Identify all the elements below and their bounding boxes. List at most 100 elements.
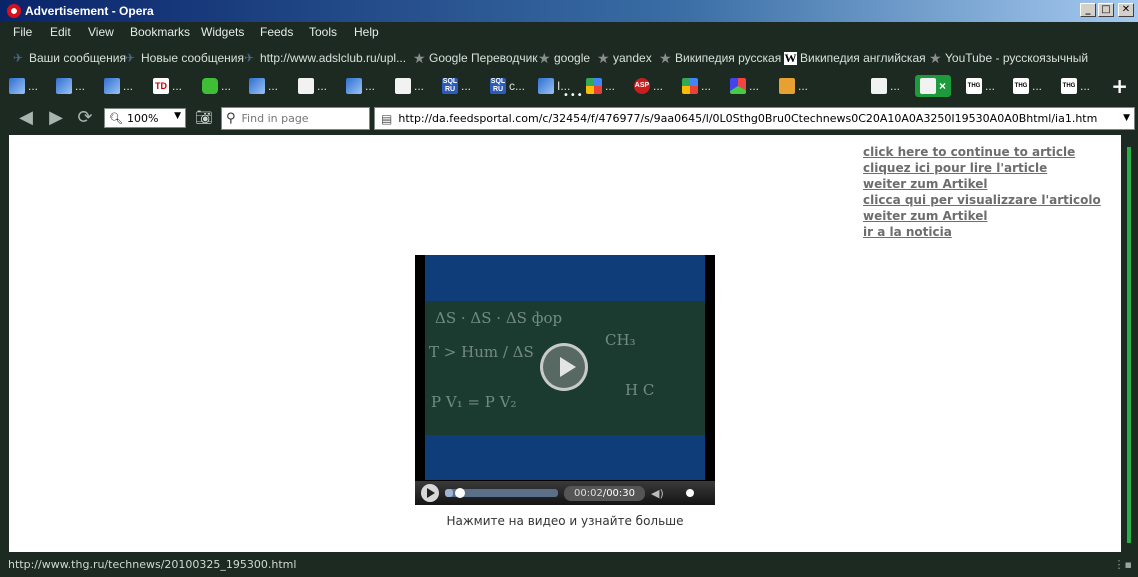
zoom-select[interactable]: 🔍︎ 100% ▼ [104, 108, 186, 128]
menu-file[interactable]: File [13, 25, 32, 39]
reload-icon[interactable]: ⟳ [74, 107, 96, 129]
tab[interactable]: ... [586, 75, 615, 97]
tab[interactable]: ... [249, 75, 278, 97]
plane-icon: ✈ [244, 50, 255, 65]
maximize-button[interactable]: □ [1098, 3, 1114, 17]
tab-favicon-icon [871, 78, 887, 94]
camera-icon[interactable]: 📷︎ [194, 109, 214, 127]
bookmark-item[interactable]: ★ google [538, 49, 590, 66]
video-band-top [425, 255, 705, 301]
find-input[interactable] [241, 112, 352, 125]
tab-favicon-icon [730, 78, 746, 94]
tab[interactable]: ... [202, 75, 231, 97]
bookmark-item[interactable]: ✈ http://www.adslclub.ru/upl... [244, 51, 406, 65]
resize-grip-icon[interactable]: ⋮▪ [1114, 558, 1132, 571]
tab[interactable]: THG... [1061, 75, 1090, 97]
tab[interactable]: ... [779, 75, 808, 97]
play-button[interactable] [421, 484, 439, 502]
tab[interactable]: THG... [966, 75, 995, 97]
address-bar[interactable]: ▤ http://da.feedsportal.com/c/32454/f/47… [374, 107, 1135, 130]
current-time: 00:02 [573, 488, 603, 499]
bookmark-item[interactable]: ★ YouTube - русскоязычный [929, 51, 1088, 66]
tab[interactable]: ... [871, 75, 900, 97]
total-time: /00:30 [602, 488, 636, 499]
tab-favicon-icon [249, 78, 265, 94]
tab[interactable]: ASP... [634, 75, 663, 97]
tab[interactable]: SQL RU... [442, 75, 471, 97]
bookmark-item[interactable]: ★ Google Переводчик [413, 51, 538, 66]
plane-icon: ✈ [13, 50, 24, 65]
bookmark-item[interactable]: ✈ Ваши сообщения [13, 51, 126, 65]
menu-view[interactable]: View [88, 25, 114, 39]
tab-favicon-icon [538, 78, 554, 94]
tab[interactable]: ... [346, 75, 375, 97]
tab-favicon-icon: SQL RU [442, 78, 458, 94]
tab-favicon-icon [682, 78, 698, 94]
bookmark-item[interactable]: W Википедия английская [784, 51, 926, 65]
menu-help[interactable]: Help [354, 25, 379, 39]
volume-slider-handle[interactable] [686, 489, 694, 497]
tab[interactable]: ... [9, 75, 38, 97]
bookmark-item[interactable]: ✈ Новые сообщения [125, 51, 244, 65]
scrollbar[interactable] [1124, 135, 1138, 552]
close-tab-icon[interactable]: × [939, 79, 946, 93]
continue-link-de[interactable]: weiter zum Artikel [863, 176, 1101, 192]
continue-link-de-2[interactable]: weiter zum Artikel [863, 208, 1101, 224]
continue-link-it[interactable]: clicca qui per visualizzare l'articolo [863, 192, 1101, 208]
chevron-down-icon: ▼ [174, 111, 181, 121]
tab[interactable]: ... [298, 75, 327, 97]
tab[interactable]: TD... [153, 75, 182, 97]
menu-tools[interactable]: Tools [309, 25, 337, 39]
close-button[interactable]: ✕ [1118, 3, 1134, 17]
menu-bookmarks[interactable]: Bookmarks [130, 25, 190, 39]
play-overlay-icon[interactable] [540, 343, 588, 391]
page-icon: ▤ [381, 111, 393, 126]
forward-arrow-icon[interactable]: ▶ [45, 107, 67, 129]
menu-bar: File Edit View Bookmarks Widgets Feeds T… [0, 22, 1138, 42]
status-url: http://www.thg.ru/technews/20100325_1953… [8, 558, 297, 571]
continue-link-fr[interactable]: cliquez ici pour lire l'article [863, 160, 1101, 176]
tab-active[interactable]: × [915, 75, 952, 97]
back-arrow-icon[interactable]: ◀ [15, 107, 37, 129]
page-content: click here to continue to article clique… [9, 135, 1121, 552]
new-tab-icon[interactable]: + [1111, 74, 1128, 98]
tab[interactable]: SQL RU c... [490, 75, 525, 97]
volume-icon[interactable]: ◀) [651, 487, 664, 500]
video-player[interactable]: ΔS · ΔS · ΔS фор T > Hum / ΔS P V₁ = P V… [415, 255, 715, 505]
menu-widgets[interactable]: Widgets [201, 25, 244, 39]
star-icon: ★ [597, 49, 610, 66]
find-in-page-field[interactable]: ⚲ [221, 107, 370, 130]
tab-favicon-icon [920, 78, 936, 94]
menu-edit[interactable]: Edit [50, 25, 71, 39]
continue-link-en[interactable]: click here to continue to article [863, 144, 1101, 160]
menu-feeds[interactable]: Feeds [260, 25, 293, 39]
bookmark-item[interactable]: ★ Википедия русская [659, 51, 781, 66]
tab-favicon-icon: THG [1013, 78, 1029, 94]
video-progress-bar[interactable] [445, 488, 558, 498]
status-bar: http://www.thg.ru/technews/20100325_1953… [0, 554, 1138, 577]
tab-favicon-icon: THG [1061, 78, 1077, 94]
address-url[interactable]: http://da.feedsportal.com/c/32454/f/4769… [398, 112, 1097, 125]
tab[interactable]: ... [730, 75, 759, 97]
tab-favicon-icon [346, 78, 362, 94]
bookmark-item[interactable]: ★ yandex [597, 49, 652, 66]
minimize-button[interactable]: _ [1080, 3, 1096, 17]
video-progress-handle[interactable] [455, 488, 465, 498]
tab[interactable]: THG... [1013, 75, 1042, 97]
tab[interactable]: ... [104, 75, 133, 97]
tab-overflow-icon[interactable]: ••• [563, 91, 584, 101]
magnifier-icon: 🔍︎ [109, 111, 123, 125]
star-icon: ★ [538, 49, 551, 66]
continue-link-es[interactable]: ir a la noticia [863, 224, 1101, 240]
navigation-toolbar: ◀ ▶ ⟳ 🔍︎ 100% ▼ 📷︎ ⚲ ▤ http://da.feedspo… [0, 104, 1138, 132]
chevron-down-icon[interactable]: ▼ [1123, 113, 1130, 123]
video-controls: 00:02/00:30 ◀) [415, 481, 715, 505]
tab[interactable]: ... [56, 75, 85, 97]
tab[interactable]: ... [682, 75, 711, 97]
continue-links: click here to continue to article clique… [863, 144, 1101, 240]
video-band-bottom [425, 435, 705, 480]
tab[interactable]: ... [395, 75, 424, 97]
window-controls: _ □ ✕ [1080, 3, 1134, 17]
scrollbar-thumb[interactable] [1127, 147, 1131, 543]
wikipedia-icon: W [784, 50, 797, 65]
